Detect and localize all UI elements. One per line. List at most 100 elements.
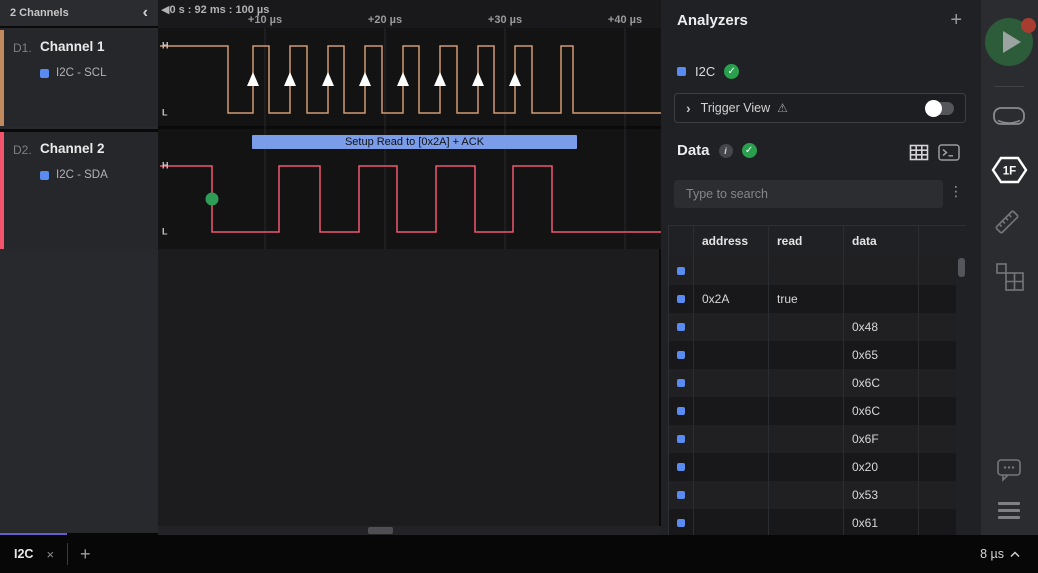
table-row[interactable]: 0x65: [669, 341, 956, 369]
column-header-data[interactable]: data: [843, 226, 918, 257]
expand-chevron-icon[interactable]: ›: [686, 101, 691, 115]
cell-extra: [918, 313, 956, 341]
extensions-icon[interactable]: [995, 262, 1025, 292]
cell-data: 0x48: [843, 313, 918, 341]
timeline-ruler[interactable]: ◀0 s : 92 ms : 100 µs +10 µs +20 µs +30 µs…: [158, 0, 661, 28]
table-body: 0x2A true 0x48 0x65 0x6C 0x6C 0x6F 0x20 0x53 0x61: [669, 257, 966, 535]
cell-addr: 0x2A: [693, 285, 768, 313]
data-section-header: Data i ✓: [677, 142, 757, 159]
sda-high-label: H: [162, 160, 169, 171]
cell-read: [768, 453, 843, 481]
cell-addr: [693, 425, 768, 453]
trigger-view-row[interactable]: › Trigger View ⚠: [674, 93, 966, 123]
toggle-knob[interactable]: [925, 99, 942, 117]
session-tab-i2c[interactable]: I2C ×: [0, 547, 67, 562]
cell-addr: [693, 257, 768, 285]
cell-extra: [918, 341, 956, 369]
terminal-view-icon[interactable]: [938, 144, 960, 161]
cell-addr: [693, 453, 768, 481]
cell-data: 0x6C: [843, 397, 918, 425]
channel-2-analyzer-tag: I2C - SDA: [40, 169, 108, 181]
table-row[interactable]: 0x20: [669, 453, 956, 481]
kebab-menu-icon[interactable]: ⋮: [949, 183, 963, 200]
cell-extra: [918, 285, 956, 313]
warning-icon: ⚠: [777, 101, 788, 115]
waveform-area[interactable]: ◀0 s : 92 ms : 100 µs +10 µs +20 µs +30 µs…: [158, 0, 661, 535]
column-header-address[interactable]: address: [693, 226, 768, 257]
info-icon[interactable]: i: [718, 143, 733, 158]
timescale-selector[interactable]: 8 µs: [980, 535, 1020, 573]
capture-mode-1f-icon[interactable]: 1F: [991, 155, 1028, 185]
analyzer-ok-icon: ✓: [724, 64, 740, 79]
channel-2-role-label: I2C - SDA: [56, 169, 108, 181]
cell-read: true: [768, 285, 843, 313]
channel-1-role-label: I2C - SCL: [56, 67, 107, 79]
scl-high-label: H: [162, 40, 169, 51]
table-scrollbar-thumb[interactable]: [958, 258, 965, 277]
row-marker-column: [669, 226, 693, 257]
cell-addr: [693, 481, 768, 509]
horizontal-scrollbar[interactable]: [158, 526, 661, 535]
scl-waveform-row[interactable]: [158, 28, 661, 126]
table-row[interactable]: 0x6C: [669, 369, 956, 397]
search-input[interactable]: [674, 180, 943, 208]
channel-2-color-strip: [0, 132, 4, 249]
cell-addr: [693, 509, 768, 535]
device-settings-icon[interactable]: [992, 104, 1026, 130]
cell-extra: [918, 369, 956, 397]
cell-read: [768, 257, 843, 285]
table-row[interactable]: 0x6F: [669, 425, 956, 453]
run-capture-button[interactable]: [985, 18, 1036, 66]
cell-read: [768, 397, 843, 425]
table-row[interactable]: 0x2A true: [669, 285, 956, 313]
cell-addr: [693, 397, 768, 425]
column-header-extra: [918, 226, 956, 257]
channels-count-label: 2 Channels: [10, 7, 69, 19]
frame-marker-icon: [677, 435, 685, 443]
i2c-analyzer-item[interactable]: I2C ✓: [677, 64, 740, 79]
channel-1-block[interactable]: D1. Channel 1 I2C - SCL: [0, 30, 158, 126]
channel-1-name: Channel 1: [40, 39, 105, 54]
table-row[interactable]: 0x48: [669, 313, 956, 341]
data-ok-icon: ✓: [741, 143, 757, 158]
play-icon: [1003, 31, 1021, 53]
main-menu-icon[interactable]: [998, 502, 1020, 523]
cell-data: 0x61: [843, 509, 918, 535]
table-row[interactable]: 0x61: [669, 509, 956, 535]
cell-extra: [918, 397, 956, 425]
cell-extra: [918, 257, 956, 285]
table-view-icon[interactable]: [909, 144, 929, 161]
horizontal-scrollbar-thumb[interactable]: [368, 527, 393, 534]
cell-data: [843, 257, 918, 285]
new-tab-button[interactable]: +: [80, 544, 91, 565]
measurements-ruler-icon[interactable]: [993, 208, 1021, 236]
cell-read: [768, 369, 843, 397]
session-tab-bar: I2C × + 8 µs: [0, 535, 1038, 573]
close-tab-icon[interactable]: ×: [46, 547, 54, 562]
collapse-sidebar-icon[interactable]: ‹: [143, 5, 148, 21]
i2c-decode-annotation[interactable]: Setup Read to [0x2A] + ACK: [252, 135, 577, 149]
table-row[interactable]: 0x6C: [669, 397, 956, 425]
sda-low-label: L: [162, 226, 168, 237]
cell-data: 0x6F: [843, 425, 918, 453]
cell-data: 0x20: [843, 453, 918, 481]
cell-extra: [918, 453, 956, 481]
cell-addr: [693, 313, 768, 341]
trigger-view-toggle[interactable]: [925, 99, 954, 117]
frame-marker-icon: [677, 463, 685, 471]
record-indicator-dot: [1021, 18, 1036, 33]
chevron-up-icon: [1010, 550, 1020, 557]
table-row[interactable]: 0x53: [669, 481, 956, 509]
frame-marker-icon: [677, 295, 685, 303]
column-header-read[interactable]: read: [768, 226, 843, 257]
cell-extra: [918, 425, 956, 453]
channel-2-block[interactable]: D2. Channel 2 I2C - SDA: [0, 129, 158, 249]
cell-read: [768, 509, 843, 535]
channels-sidebar: 2 Channels ‹ D1. Channel 1 I2C - SCL D2.…: [0, 0, 158, 533]
add-analyzer-button[interactable]: +: [950, 9, 962, 32]
comments-icon[interactable]: [996, 458, 1022, 482]
cell-addr: [693, 341, 768, 369]
table-row[interactable]: [669, 257, 956, 285]
cell-extra: [918, 509, 956, 535]
trigger-view-label: Trigger View: [700, 101, 771, 115]
